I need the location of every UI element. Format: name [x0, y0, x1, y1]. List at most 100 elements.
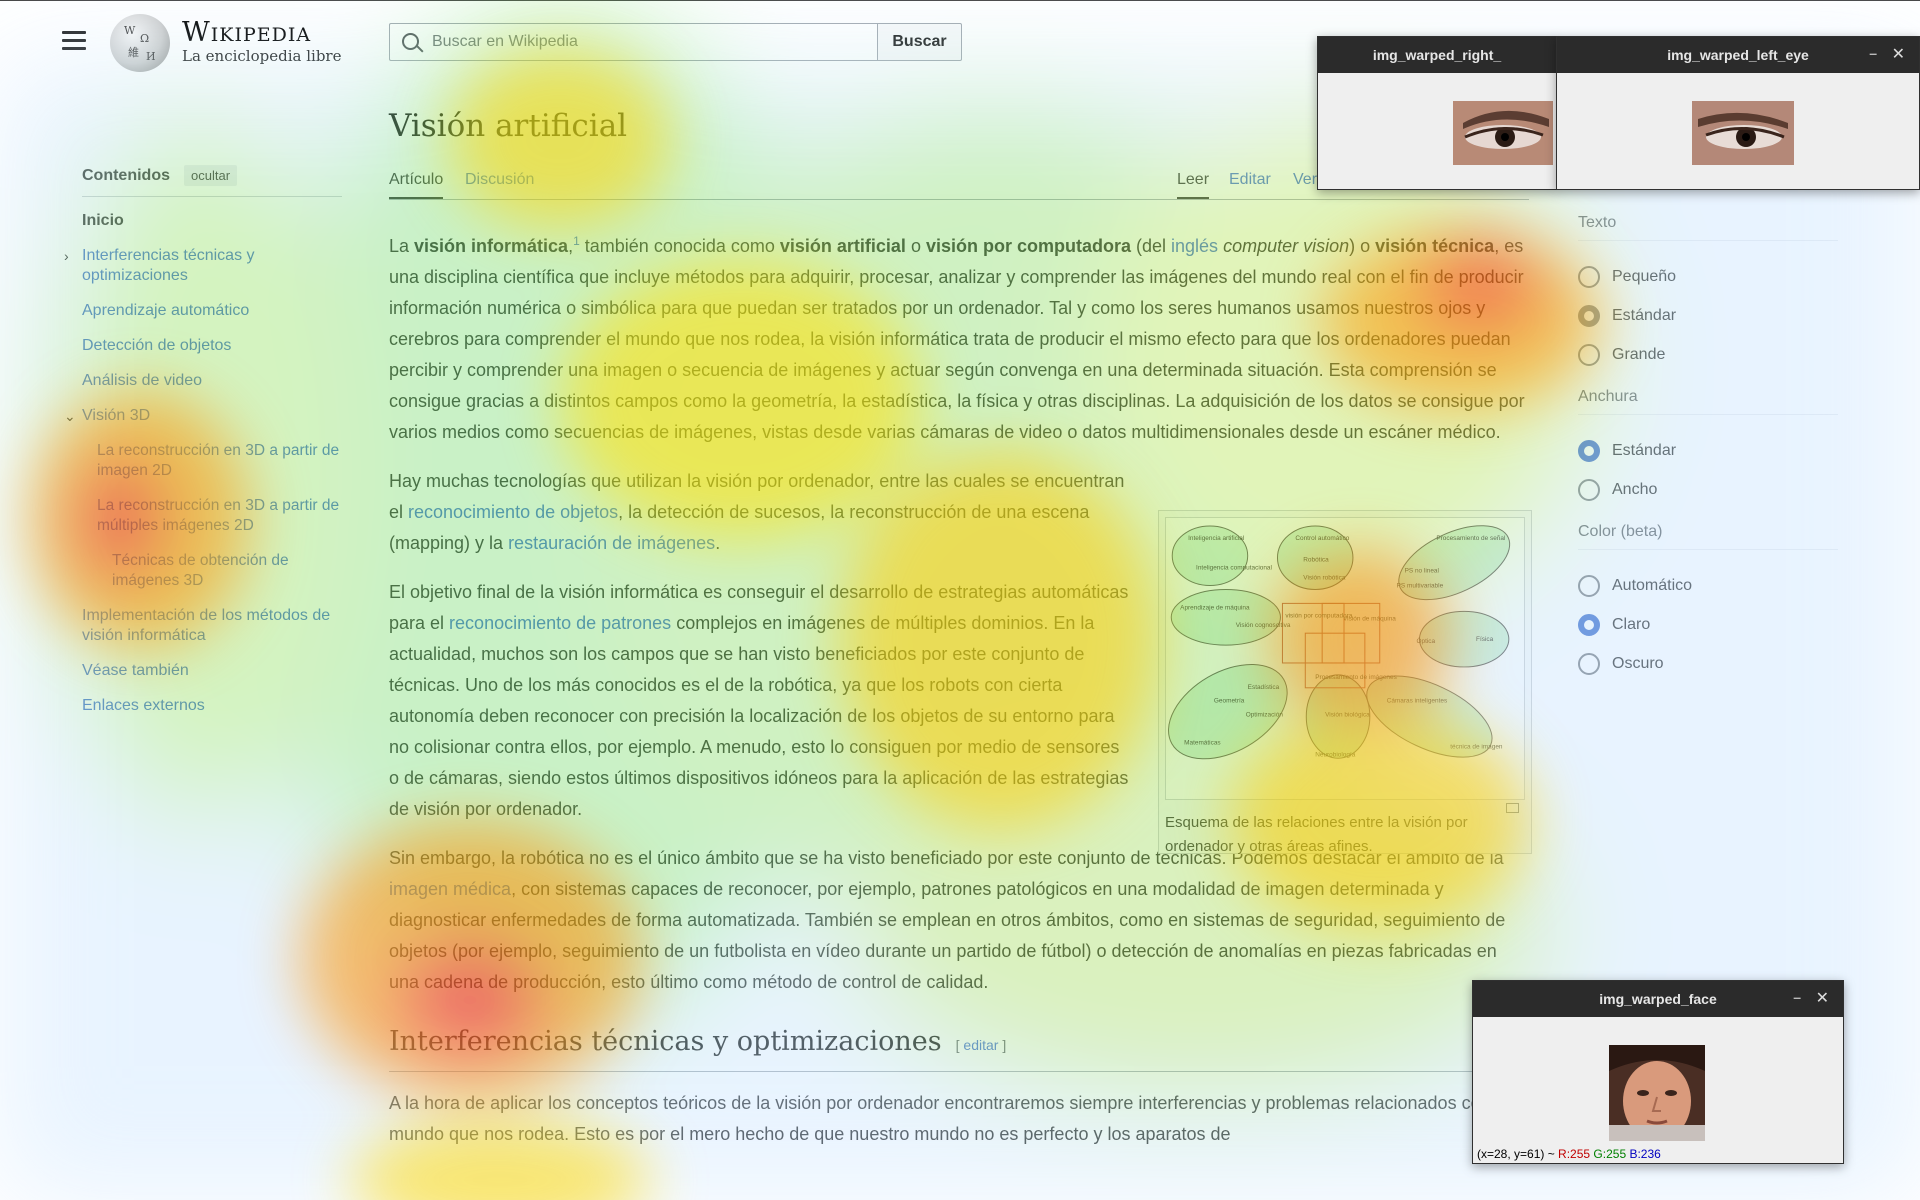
figure-caption: Esquema de las relaciones entre la visió… [1165, 814, 1468, 855]
color-group: Color (beta) Automático Claro Oscuro [1578, 523, 1838, 683]
reference-link[interactable]: 1 [573, 234, 580, 248]
close-icon[interactable]: ✕ [1816, 988, 1829, 1008]
close-icon[interactable]: ✕ [1892, 44, 1905, 64]
wikipedia-globe-logo[interactable]: WΩ維И [110, 14, 170, 72]
label-aprendizaje: Aprendizaje de máquina [1180, 604, 1250, 611]
window-titlebar[interactable]: img_warped_right_ [1318, 37, 1556, 73]
toc-item-vease-tambien[interactable]: Véase también [82, 661, 342, 681]
label-optimizacion: Optimización [1246, 712, 1284, 719]
toc-hide-button[interactable]: ocultar [184, 165, 238, 186]
toc-item-aprendizaje[interactable]: Aprendizaje automático [82, 301, 342, 321]
search-box[interactable] [389, 23, 878, 61]
toc-item-enlaces-externos[interactable]: Enlaces externos [82, 696, 342, 716]
radio-icon[interactable] [1578, 574, 1600, 597]
link-reconocimiento-patrones[interactable]: reconocimiento de patrones [449, 613, 671, 633]
pixel-status-line: (x=28, y=61) ~ R:255 G:255 B:236 [1477, 1147, 1661, 1161]
text-size-title: Texto [1578, 214, 1838, 241]
window-title: img_warped_left_eye [1667, 47, 1809, 63]
table-of-contents: Contenidos ocultar Inicio › Interferencia… [64, 165, 342, 731]
chevron-right-icon[interactable]: › [64, 246, 69, 266]
window-title: img_warped_face [1599, 991, 1717, 1007]
link-ingles[interactable]: inglés [1171, 236, 1218, 256]
radio-text-small[interactable]: Pequeño [1578, 257, 1838, 296]
label-robotica: Robótica [1303, 557, 1329, 564]
radio-label: Grande [1612, 345, 1666, 363]
radio-label: Estándar [1612, 306, 1677, 324]
radio-icon[interactable] [1578, 652, 1600, 675]
tab-article[interactable]: Artículo [389, 171, 444, 199]
right-eye-window[interactable]: img_warped_right_ [1317, 36, 1557, 190]
toc-item-label: Interferencias técnicas y optimizaciones [82, 247, 255, 284]
toc-item-inicio[interactable]: Inicio [82, 211, 342, 231]
label-ps-multivariable: PS multivariable [1397, 583, 1444, 590]
label-vision-maquina: Visión de máquina [1343, 615, 1396, 622]
radio-width-standard[interactable]: Estándar [1578, 431, 1838, 470]
toc-item-reconstruccion-multiples[interactable]: La reconstrucción en 3D a partir de múlt… [97, 496, 342, 536]
paragraph-tecnologias: Hay muchas tecnologías que utilizan la v… [389, 471, 1125, 553]
search-button[interactable]: Buscar [877, 23, 962, 61]
label-ps-no-lineal: PS no lineal [1405, 568, 1439, 575]
wikipedia-wordmark[interactable]: Wikipedia [182, 17, 311, 48]
radio-label: Claro [1612, 615, 1651, 633]
radio-selected-icon[interactable] [1578, 613, 1600, 636]
radio-selected-icon[interactable] [1578, 439, 1600, 462]
toc-item-interferencias[interactable]: › Interferencias técnicas y optimizacione… [64, 246, 342, 286]
main-menu-icon[interactable] [62, 31, 86, 51]
wikipedia-tagline: La enciclopedia libre [182, 47, 342, 65]
window-title: img_warped_right_ [1372, 47, 1502, 63]
text-size-group: Texto Pequeño Estándar Grande [1578, 214, 1838, 374]
link-restauracion-imagenes[interactable]: restauración de imágenes [508, 533, 715, 553]
label-vision-robotica: Visión robótica [1303, 575, 1346, 582]
radio-width-wide[interactable]: Ancho [1578, 470, 1838, 509]
diagram-figure: Inteligencia artificial Inteligencia com… [1158, 510, 1532, 855]
minimize-icon[interactable]: – [1869, 45, 1877, 61]
link-reconocimiento-objetos[interactable]: reconocimiento de objetos [408, 502, 618, 522]
chevron-down-icon[interactable]: ⌄ [64, 406, 76, 426]
tab-talk[interactable]: Discusión [465, 171, 534, 189]
label-proc-senal: Procesamiento de señal [1436, 535, 1505, 542]
left-eye-window[interactable]: img_warped_left_eye – ✕ [1556, 36, 1920, 190]
section-edit-link[interactable]: [ editar ] [956, 1037, 1007, 1053]
link-imagen-medica[interactable]: imagen médica [389, 879, 511, 899]
radio-text-standard[interactable]: Estándar [1578, 296, 1838, 335]
radio-color-light[interactable]: Claro [1578, 605, 1838, 644]
label-geometria: Geometría [1214, 698, 1245, 705]
toc-list: Inicio › Interferencias técnicas y optimi… [64, 211, 342, 716]
radio-label: Pequeño [1612, 267, 1677, 285]
radio-icon[interactable] [1578, 343, 1600, 366]
toc-item-deteccion[interactable]: Detección de objetos [82, 336, 342, 356]
radio-text-large[interactable]: Grande [1578, 335, 1838, 374]
search-icon [402, 33, 419, 50]
face-window[interactable]: img_warped_face – ✕ (x=28, y=61) ~ R:255 G… [1472, 980, 1844, 1164]
window-titlebar[interactable]: img_warped_left_eye – ✕ [1557, 37, 1919, 73]
right-eye-image [1453, 101, 1553, 165]
tab-edit[interactable]: Editar [1229, 171, 1271, 189]
radio-selected-icon[interactable] [1578, 304, 1600, 327]
radio-icon[interactable] [1578, 265, 1600, 288]
toc-item-vision-3d[interactable]: ⌄ Visión 3D [64, 406, 342, 426]
radio-icon[interactable] [1578, 478, 1600, 501]
toc-item-implementacion[interactable]: Implementación de los métodos de visión … [82, 606, 342, 646]
toc-item-tecnicas-3d[interactable]: Técnicas de obtención de imágenes 3D [112, 551, 342, 591]
label-ic: Inteligencia computacional [1196, 565, 1272, 572]
radio-color-auto[interactable]: Automático [1578, 566, 1838, 605]
search-input[interactable] [432, 24, 872, 60]
radio-color-dark[interactable]: Oscuro [1578, 644, 1838, 683]
toc-item-reconstruccion-2d[interactable]: La reconstrucción en 3D a partir de imag… [97, 441, 342, 481]
enlarge-icon[interactable] [1506, 803, 1519, 813]
label-matematicas: Matemáticas [1184, 739, 1221, 746]
label-ia: Inteligencia artificial [1188, 535, 1244, 542]
tab-history[interactable]: Ver [1293, 171, 1317, 189]
left-eye-image [1692, 101, 1794, 165]
color-title: Color (beta) [1578, 523, 1838, 550]
paragraph-intro: La visión informática,1 también conocida… [389, 234, 1525, 442]
label-tecnica-imagen: técnica de imagen [1450, 743, 1503, 750]
paragraph-objetivo: El objetivo final de la visión informáti… [389, 582, 1129, 819]
window-titlebar[interactable]: img_warped_face – ✕ [1473, 981, 1843, 1017]
radio-label: Estándar [1612, 441, 1677, 459]
label-vision-biologica: Visión biológica [1325, 712, 1370, 719]
computer-vision-diagram[interactable]: Inteligencia artificial Inteligencia com… [1165, 517, 1525, 800]
minimize-icon[interactable]: – [1793, 989, 1801, 1005]
tab-read[interactable]: Leer [1177, 171, 1210, 199]
toc-item-analisis-video[interactable]: Análisis de video [82, 371, 342, 391]
